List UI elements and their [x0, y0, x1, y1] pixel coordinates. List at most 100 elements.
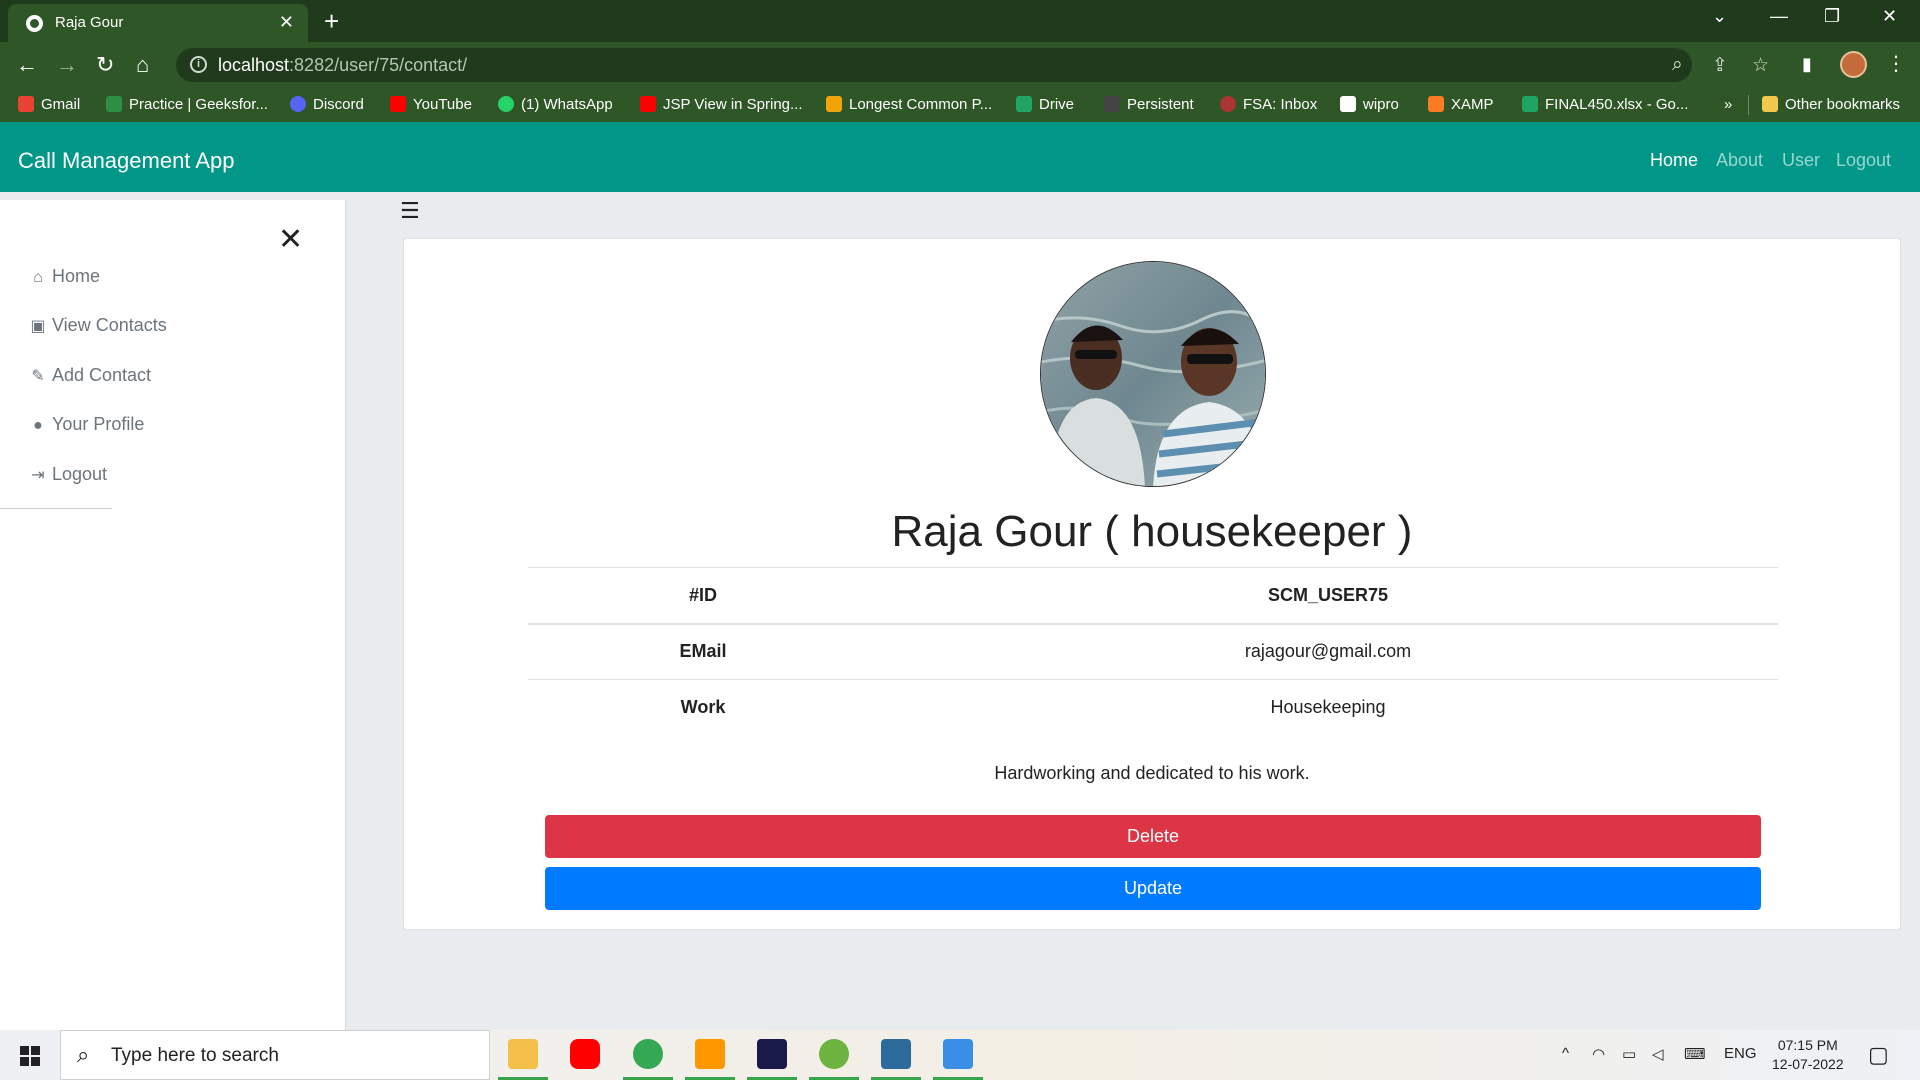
bookmark-longest-common[interactable]: Longest Common P...	[826, 96, 992, 113]
tab-search-icon[interactable]: ⌄	[1712, 6, 1727, 27]
home-icon: ⌂	[33, 269, 43, 286]
youtube-icon[interactable]	[570, 1039, 600, 1069]
update-button[interactable]: Update	[545, 867, 1761, 910]
contact-photo	[1040, 261, 1266, 487]
nav-about[interactable]: About	[1716, 150, 1763, 171]
close-window-icon[interactable]: ✕	[1882, 6, 1897, 27]
sidebar-item-logout[interactable]: ⇥ Logout	[28, 464, 107, 485]
system-clock[interactable]: 07:15 PM 12-07-2022	[1772, 1036, 1844, 1074]
nav-logout[interactable]: Logout	[1836, 150, 1891, 171]
bookmark-gmail[interactable]: Gmail	[18, 96, 80, 113]
sidebar-item-home[interactable]: ⌂ Home	[28, 266, 100, 287]
windows-start-icon[interactable]	[20, 1046, 40, 1066]
bookmark-persistent[interactable]: Persistent	[1104, 96, 1194, 113]
bookmark-whatsapp[interactable]: (1) WhatsApp	[498, 96, 613, 113]
youtube-icon	[390, 96, 406, 112]
close-tab-icon[interactable]: ✕	[279, 12, 294, 33]
home-icon[interactable]: ⌂	[136, 52, 149, 78]
app-navbar: Call Management App Home About User Logo…	[0, 122, 1920, 192]
back-icon[interactable]: ←	[16, 52, 38, 78]
chrome-icon[interactable]	[633, 1039, 663, 1069]
id-value: SCM_USER75	[878, 567, 1778, 624]
sublime-text-icon[interactable]	[695, 1039, 725, 1069]
browser-tab[interactable]: Raja Gour ✕	[8, 4, 308, 42]
search-icon: ⌕	[77, 1042, 90, 1067]
xamp-icon	[1428, 96, 1444, 112]
folder-icon	[1762, 96, 1778, 112]
close-sidebar-icon[interactable]: ✕	[278, 222, 303, 257]
keyboard-icon[interactable]: ⌨	[1684, 1045, 1706, 1063]
menu-dots-icon[interactable]: ⋮	[1886, 51, 1906, 76]
url-text: localhost:8282/user/75/contact/	[218, 55, 468, 75]
minimize-icon[interactable]: —	[1770, 6, 1788, 27]
more-bookmarks-icon[interactable]: »	[1724, 96, 1732, 113]
delete-button[interactable]: Delete	[545, 815, 1761, 858]
taskbar-search-input[interactable]: ⌕ Type here to search	[60, 1030, 490, 1080]
geeksforgeeks-icon	[106, 96, 122, 112]
pencil-icon: ✎	[31, 368, 45, 385]
new-tab-icon[interactable]: +	[324, 6, 339, 37]
battery-icon[interactable]: ▭	[1622, 1045, 1636, 1063]
address-bar[interactable]: i localhost:8282/user/75/contact/ ⌕ ⇪ ☆	[176, 48, 1769, 82]
forward-icon[interactable]: →	[56, 52, 78, 78]
bookmark-star-icon[interactable]: ☆	[1752, 54, 1769, 77]
leetcode-icon	[826, 96, 842, 112]
bookmarks-divider	[1748, 95, 1749, 115]
other-bookmarks[interactable]: Other bookmarks	[1762, 96, 1900, 113]
restore-icon[interactable]: ❐	[1824, 6, 1840, 27]
contacts-icon: ▣	[30, 318, 46, 335]
globe-icon	[26, 15, 43, 32]
contact-description: Hardworking and dedicated to his work.	[994, 763, 1310, 783]
intellij-icon[interactable]	[757, 1039, 787, 1069]
wifi-icon[interactable]: ◠	[1592, 1045, 1605, 1063]
volume-icon[interactable]: ◁	[1652, 1045, 1664, 1063]
bookmark-xamp[interactable]: XAMP	[1428, 96, 1494, 113]
profile-avatar[interactable]	[1840, 51, 1867, 78]
bookmark-discord[interactable]: Discord	[290, 96, 364, 113]
browser-tab-strip: Raja Gour ✕ + ⌄ — ❐ ✕	[0, 0, 1920, 42]
contact-detail-card: Raja Gour ( housekeeper ) #ID SCM_USER75…	[403, 238, 1901, 930]
bookmark-youtube[interactable]: YouTube	[390, 96, 472, 113]
hamburger-menu-icon[interactable]: ☰	[400, 198, 420, 224]
side-panel-icon[interactable]: ▮	[1802, 54, 1812, 75]
contact-heading: Raja Gour ( housekeeper )	[891, 507, 1413, 556]
bookmark-final450[interactable]: FINAL450.xlsx - Go...	[1522, 96, 1688, 113]
discord-icon	[290, 96, 306, 112]
bookmark-drive[interactable]: Drive	[1016, 96, 1074, 113]
sidebar-item-add-contact[interactable]: ✎ Add Contact	[28, 365, 151, 386]
photos-icon[interactable]	[943, 1039, 973, 1069]
sidebar: ✕ ⌂ Home ▣ View Contacts ✎ Add Contact ● You…	[0, 200, 346, 1030]
sidebar-item-view-contacts[interactable]: ▣ View Contacts	[28, 315, 166, 336]
clock-time: 07:15 PM	[1777, 1037, 1838, 1053]
mysql-workbench-icon[interactable]	[881, 1039, 911, 1069]
wipro-icon	[1340, 96, 1356, 112]
bookmark-fsa-inbox[interactable]: FSA: Inbox	[1220, 96, 1317, 113]
share-icon[interactable]: ⇪	[1712, 54, 1728, 77]
nav-home[interactable]: Home	[1650, 150, 1698, 171]
nav-user[interactable]: User	[1782, 150, 1820, 171]
site-info-icon[interactable]: i	[190, 56, 207, 73]
user-circle-icon: ●	[33, 417, 43, 434]
email-value: rajagour@gmail.com	[878, 623, 1778, 680]
sign-out-icon: ⇥	[31, 467, 45, 484]
bookmark-wipro[interactable]: wipro	[1340, 96, 1399, 113]
persistent-icon	[1104, 96, 1120, 112]
taskbar-search-placeholder: Type here to search	[111, 1045, 279, 1066]
sidebar-item-your-profile[interactable]: ● Your Profile	[28, 414, 144, 435]
notification-center-icon[interactable]: ▢	[1868, 1042, 1889, 1068]
language-indicator[interactable]: ENG	[1724, 1045, 1757, 1062]
zoom-icon[interactable]: ⌕	[1672, 54, 1683, 76]
bookmarks-bar: Gmail Practice | Geeksfor... Discord You…	[0, 88, 1920, 122]
id-label: #ID	[528, 567, 878, 624]
work-label: Work	[528, 679, 878, 736]
show-hidden-icons-icon[interactable]: ^	[1562, 1045, 1569, 1062]
file-explorer-icon[interactable]	[508, 1039, 538, 1069]
spring-tools-icon[interactable]	[819, 1039, 849, 1069]
reload-icon[interactable]: ↻	[96, 52, 114, 78]
table-row: EMail rajagour@gmail.com	[528, 623, 1778, 680]
tab-title: Raja Gour	[55, 14, 124, 31]
fsa-icon	[1220, 96, 1236, 112]
app-brand[interactable]: Call Management App	[18, 148, 234, 174]
bookmark-geeksforgeeks[interactable]: Practice | Geeksfor...	[106, 96, 268, 113]
bookmark-jsp-view[interactable]: JSP View in Spring...	[640, 96, 803, 113]
